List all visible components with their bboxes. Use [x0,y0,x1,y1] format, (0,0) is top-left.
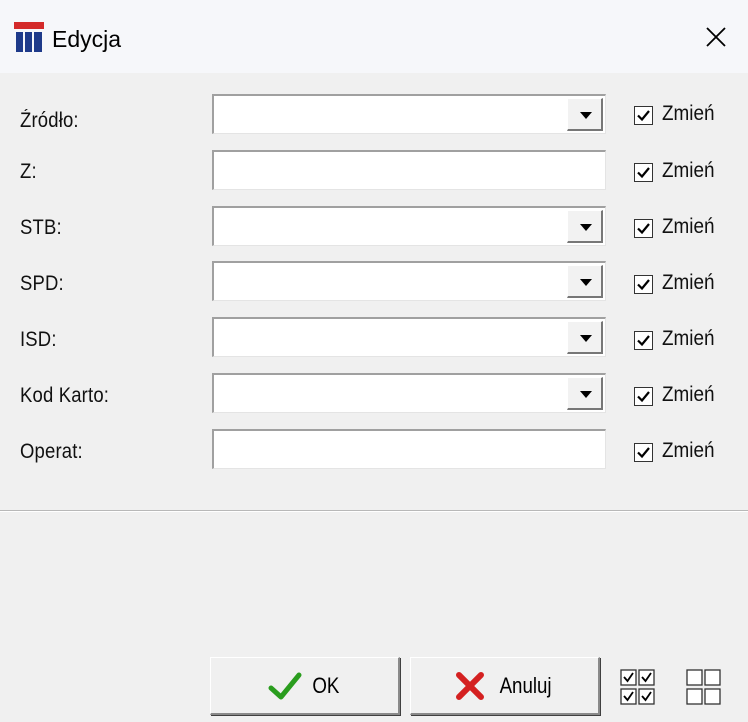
spd-combo[interactable] [212,261,606,301]
operat-input[interactable] [212,429,606,469]
ok-button-label: OK [311,672,340,698]
stb-change-checkbox[interactable] [634,219,653,238]
dropdown-arrow-button[interactable] [567,377,603,410]
cancel-button-label: Anuluj [499,672,552,698]
checkmark-icon [637,391,650,403]
dropdown-arrow-button[interactable] [567,265,603,298]
z-input[interactable] [212,150,606,190]
isd-combo[interactable] [212,317,606,357]
field-label-zrodlo: Źródło: [20,109,79,132]
kod-karto-change-checkbox[interactable] [634,387,653,406]
operat-change-checkbox[interactable] [634,443,653,462]
stb-combo[interactable] [212,206,606,246]
close-icon [706,27,726,47]
x-cross-icon [455,671,484,700]
field-label-operat: Operat: [20,440,83,463]
zrodlo-change-checkbox[interactable] [634,106,653,125]
window-title: Edycja [52,26,122,52]
field-label-isd: ISD: [20,328,57,351]
checkmark-icon [637,110,650,122]
field-label-stb: STB: [20,216,62,239]
field-label-kod-karto: Kod Karto: [20,384,110,407]
z-change-label: Zmień [662,159,715,182]
checkmark-icon [637,335,650,347]
dropdown-arrow-button[interactable] [567,321,603,354]
zrodlo-combo[interactable] [212,94,606,134]
uncheck-all-icon[interactable] [686,668,722,708]
spd-change-label: Zmień [662,271,715,294]
ok-button[interactable]: OK [210,657,400,715]
cancel-button[interactable]: Anuluj [410,657,600,715]
zrodlo-change-label: Zmień [662,102,715,125]
operat-change-label: Zmień [662,439,715,462]
separator-highlight [0,511,748,512]
kod-karto-change-label: Zmień [662,383,715,406]
isd-change-label: Zmień [662,327,715,350]
spd-change-checkbox[interactable] [634,275,653,294]
close-button[interactable] [684,14,748,60]
dropdown-arrow-button[interactable] [567,210,603,243]
app-logo-icon [14,22,44,52]
stb-change-label: Zmień [662,215,715,238]
field-label-spd: SPD: [20,272,64,295]
dropdown-arrow-button[interactable] [567,98,603,131]
kod-karto-combo[interactable] [212,373,606,413]
checkmark-icon [637,279,650,291]
z-change-checkbox[interactable] [634,163,653,182]
title-bar: Edycja [0,0,748,73]
check-all-icon[interactable] [620,668,656,708]
isd-change-checkbox[interactable] [634,331,653,350]
checkmark-icon [268,672,302,699]
checkmark-icon [637,447,650,459]
field-label-z: Z: [20,160,37,183]
checkmark-icon [637,167,650,179]
checkmark-icon [637,223,650,235]
